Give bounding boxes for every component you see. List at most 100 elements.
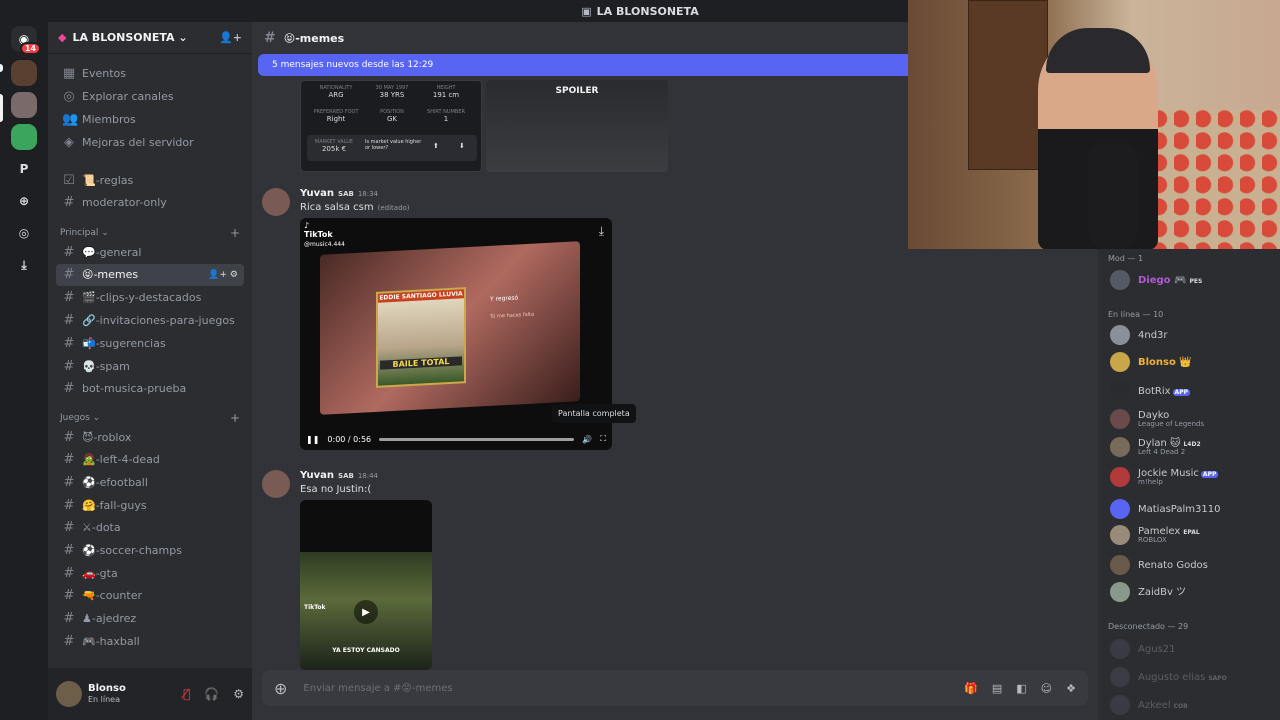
- server-icon-3[interactable]: [11, 124, 37, 150]
- channel-item[interactable]: # ♟-ajedrez: [56, 608, 244, 630]
- member-item[interactable]: Dylan 🐱 L4D2 Left 4 Dead 2: [1110, 434, 1274, 460]
- channel-item[interactable]: # 💀-spam: [56, 355, 244, 377]
- streamer-cap: [1046, 28, 1150, 73]
- channel-name: 🎬-clips-y-destacados: [82, 291, 202, 305]
- nav-item[interactable]: ◎ Explorar canales: [56, 85, 244, 107]
- nav-item[interactable]: ▦ Eventos: [56, 62, 244, 84]
- server-icon-1[interactable]: [11, 60, 37, 86]
- channel-item[interactable]: # ⚽-efootball: [56, 471, 244, 493]
- member-name: Agus21: [1138, 643, 1176, 655]
- mic-muted-icon[interactable]: 🎙̸: [183, 687, 190, 701]
- channel-name: bot-musica-prueba: [82, 382, 187, 396]
- apps-icon[interactable]: ❖: [1066, 682, 1076, 695]
- direct-messages-button[interactable]: ◉ 14: [11, 26, 41, 55]
- channel-item[interactable]: # 🧟-left-4-dead: [56, 449, 244, 471]
- headphones-icon[interactable]: 🎧: [204, 687, 219, 701]
- channel-item[interactable]: # 🔫-counter: [56, 585, 244, 607]
- channel-item[interactable]: # 🎬-clips-y-destacados: [56, 287, 244, 309]
- calendar-icon: ▦: [62, 65, 76, 81]
- nav-item[interactable]: ◈ Mejoras del servidor: [56, 131, 244, 153]
- member-item[interactable]: Agus21: [1110, 636, 1274, 662]
- member-item[interactable]: 4nd3r: [1110, 322, 1274, 348]
- video-progress-bar[interactable]: [379, 437, 575, 441]
- avatar[interactable]: [56, 681, 82, 707]
- avatar: [1110, 409, 1130, 429]
- channel-item[interactable]: # 🚗-gta: [56, 562, 244, 584]
- member-item[interactable]: Pamelex EPAL ROBLOX: [1110, 522, 1274, 548]
- member-item[interactable]: ZaidBv ツ: [1110, 579, 1274, 605]
- author-name[interactable]: Yuvan: [300, 188, 334, 199]
- channel-settings-icon[interactable]: 👤+ ⚙: [208, 270, 238, 280]
- pause-icon[interactable]: ❚❚: [306, 435, 319, 444]
- author-name[interactable]: Yuvan: [300, 470, 334, 481]
- member-tag: APP: [1200, 470, 1219, 478]
- hash-icon: #: [63, 565, 75, 581]
- download-apps-button[interactable]: ⤓: [11, 252, 37, 278]
- fullscreen-icon[interactable]: ⛶: [600, 434, 606, 444]
- attach-icon[interactable]: ⊕: [274, 679, 287, 698]
- member-info: Agus21: [1138, 644, 1175, 655]
- member-item[interactable]: Azkeel COB: [1110, 692, 1274, 718]
- member-item[interactable]: Jockie Music APP m!help: [1110, 464, 1274, 490]
- member-item[interactable]: BotRix APP: [1110, 378, 1274, 404]
- avatar[interactable]: [262, 470, 290, 498]
- member-item[interactable]: Blonso 👑: [1110, 349, 1274, 375]
- volume-icon[interactable]: 🔊: [582, 435, 592, 444]
- channel-item[interactable]: # moderator-only: [56, 191, 244, 213]
- spoiler-image[interactable]: SPOILER: [486, 80, 668, 172]
- server-header[interactable]: ◆ LA BLONSONETA ⌄ 👤+: [48, 22, 252, 54]
- channel-item[interactable]: # 🤗-fall-guys: [56, 494, 244, 516]
- avatar[interactable]: [262, 188, 290, 216]
- tiktok-watermark: ♪ TikTok @music4.444: [304, 221, 345, 248]
- channel-item[interactable]: ☑ 📜-reglas: [56, 169, 244, 191]
- new-messages-bar[interactable]: 5 mensajes nuevos desde las 12:29: [258, 54, 908, 76]
- channel-item[interactable]: # 🔗-invitaciones-para-juegos: [56, 309, 244, 331]
- higher-button[interactable]: ⬆: [433, 142, 439, 150]
- add-server-button[interactable]: ⊕: [11, 188, 37, 214]
- channel-item[interactable]: # bot-musica-prueba: [56, 378, 244, 400]
- hash-icon: #: [63, 452, 75, 468]
- video-embed-2[interactable]: TikTok ▶ YA ESTOY CANSADO: [300, 500, 432, 670]
- category-juegos[interactable]: Juegos ⌄ +: [60, 411, 240, 425]
- server-icon-p[interactable]: P: [11, 156, 37, 182]
- emoji-icon[interactable]: ☺: [1041, 682, 1052, 695]
- message-input[interactable]: Enviar mensaje a #😝-memes: [303, 683, 452, 694]
- gift-icon[interactable]: 🎁: [964, 682, 978, 695]
- card-value: GK: [386, 115, 397, 123]
- server-icon-la-blonsoneta[interactable]: [11, 92, 37, 118]
- compass-icon: ◎: [63, 88, 75, 104]
- play-button[interactable]: ▶: [354, 600, 378, 624]
- create-channel-icon[interactable]: +: [230, 226, 240, 240]
- channel-item[interactable]: # 💬-general: [56, 241, 244, 263]
- explore-servers-button[interactable]: ◎: [11, 220, 37, 246]
- webcam-overlay: [908, 0, 1280, 249]
- member-name: Augusto elias: [1138, 671, 1206, 683]
- channel-item[interactable]: # 😈-roblox: [56, 426, 244, 448]
- window-title: LA BLONSONETA: [596, 4, 699, 18]
- download-icon[interactable]: ⤓: [599, 224, 604, 239]
- channel-item[interactable]: # ⚔-dota: [56, 517, 244, 539]
- member-item[interactable]: Dayko League of Legends: [1110, 406, 1274, 432]
- gear-icon[interactable]: ⚙: [233, 687, 244, 701]
- hash-icon: #: [63, 497, 75, 513]
- channel-item[interactable]: # 😝-memes 👤+ ⚙: [56, 263, 244, 286]
- sticker-icon[interactable]: ◧: [1016, 682, 1026, 695]
- member-item[interactable]: Augusto elias SAPO: [1110, 664, 1274, 690]
- channel-item[interactable]: # 📬-sugerencias: [56, 332, 244, 354]
- member-name: 4nd3r: [1138, 329, 1168, 341]
- gif-icon[interactable]: ▤: [992, 682, 1002, 695]
- category-principal[interactable]: Principal ⌄ +: [60, 226, 240, 240]
- user-info[interactable]: Blonso En línea: [88, 683, 126, 705]
- create-channel-icon[interactable]: +: [230, 411, 240, 425]
- tooltip: Pantalla completa: [552, 404, 636, 423]
- channel-item[interactable]: # ⚽-soccer-champs: [56, 540, 244, 562]
- spoiler-label: SPOILER: [555, 86, 599, 96]
- channel-item[interactable]: # 🎮-haxball: [56, 630, 244, 652]
- invite-people-icon[interactable]: 👤+: [219, 31, 242, 44]
- hash-icon: #: [63, 520, 75, 536]
- lower-button[interactable]: ⬇: [459, 142, 465, 150]
- member-item[interactable]: Renato Godos: [1110, 552, 1274, 578]
- nav-item[interactable]: 👥 Miembros: [56, 108, 244, 130]
- member-item[interactable]: Diego 🎮 PES: [1110, 267, 1274, 293]
- member-item[interactable]: MatiasPalm3110: [1110, 496, 1274, 522]
